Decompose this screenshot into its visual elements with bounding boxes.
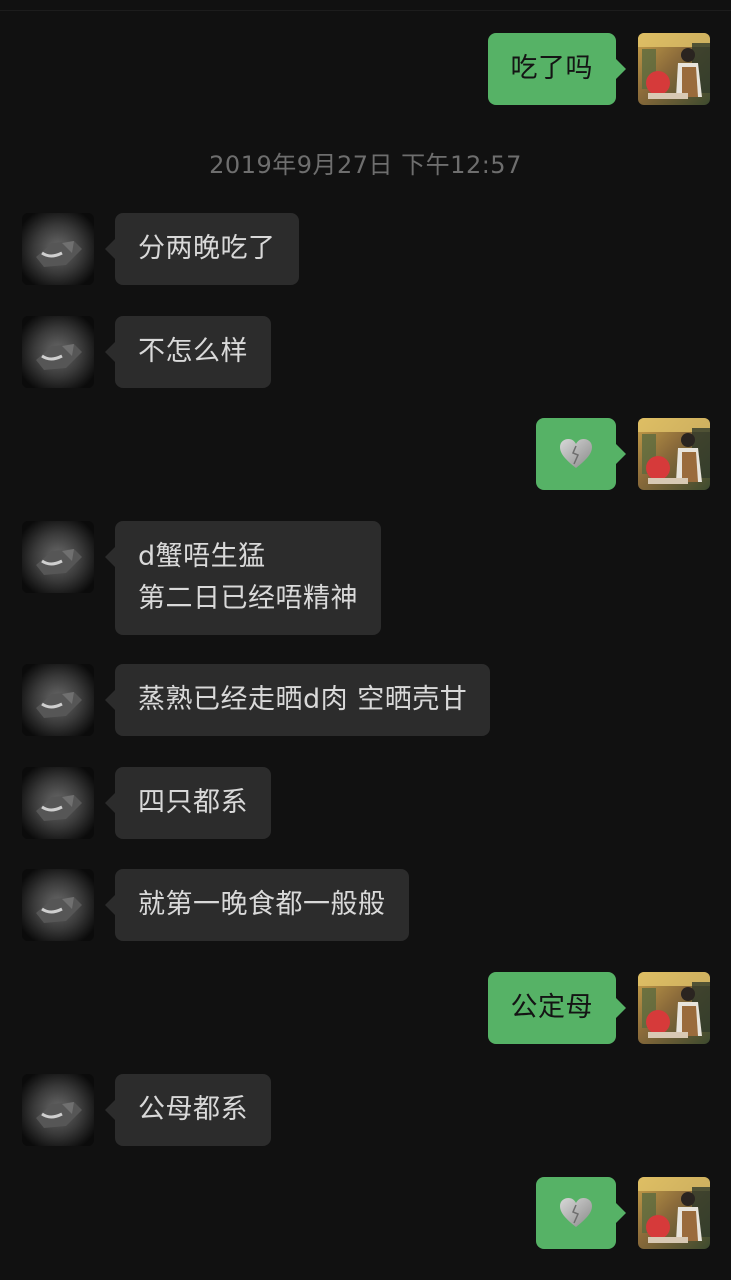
message-bubble[interactable]: d蟹唔生猛 第二日已经唔精神 bbox=[105, 521, 381, 635]
contact-avatar[interactable] bbox=[22, 1074, 94, 1146]
my-avatar[interactable] bbox=[638, 33, 710, 105]
emoji-bubble[interactable] bbox=[536, 1177, 626, 1249]
grey-heart-icon bbox=[560, 1198, 592, 1227]
message-bubble[interactable]: 蒸熟已经走晒d肉 空晒壳甘 bbox=[104, 664, 491, 736]
message-bubble[interactable]: 公定母 bbox=[487, 972, 626, 1044]
message-bubble[interactable]: 公母都系 bbox=[105, 1074, 271, 1146]
my-avatar[interactable] bbox=[638, 418, 710, 490]
message-bubble[interactable]: 四只都系 bbox=[105, 767, 271, 839]
chat-timestamp: 2019年9月27日 下午12:57 bbox=[209, 151, 522, 179]
my-avatar[interactable] bbox=[638, 1177, 710, 1249]
top-divider bbox=[0, 10, 731, 11]
contact-avatar[interactable] bbox=[22, 869, 94, 941]
contact-avatar[interactable] bbox=[22, 316, 94, 388]
grey-heart-icon bbox=[560, 439, 592, 468]
message-bubble[interactable]: 吃了吗 bbox=[487, 33, 626, 105]
message-bubble[interactable]: 就第一晚食都一般般 bbox=[105, 869, 409, 941]
my-avatar[interactable] bbox=[638, 972, 710, 1044]
emoji-bubble[interactable] bbox=[536, 418, 626, 490]
contact-avatar[interactable] bbox=[22, 521, 94, 593]
message-bubble[interactable]: 不怎么样 bbox=[105, 316, 271, 388]
contact-avatar[interactable] bbox=[22, 213, 94, 285]
contact-avatar[interactable] bbox=[22, 664, 94, 736]
contact-avatar[interactable] bbox=[22, 767, 94, 839]
message-bubble[interactable]: 分两晚吃了 bbox=[105, 213, 299, 285]
